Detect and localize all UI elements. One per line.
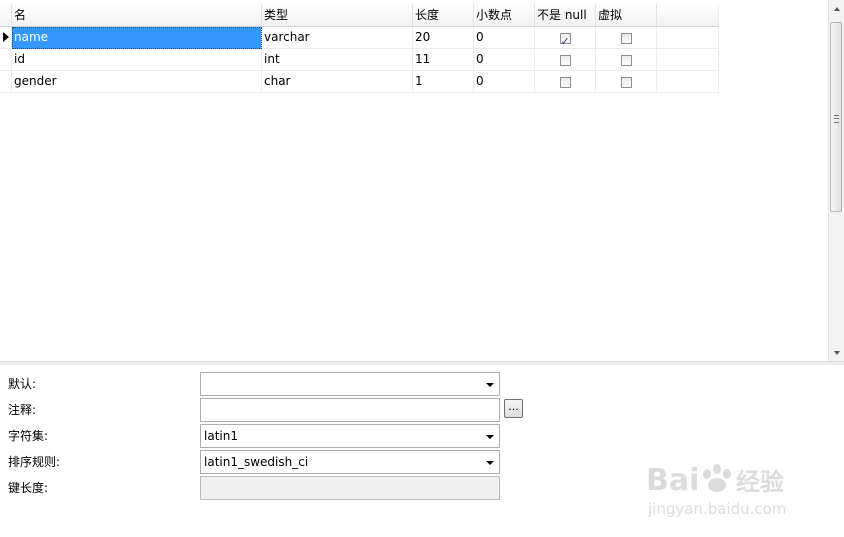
cell-type[interactable]: varchar (262, 27, 413, 49)
row-indicator[interactable] (0, 27, 12, 49)
scrollbar-thumb[interactable] (830, 22, 842, 212)
grid-body: name varchar 20 0 id int 11 0 gender cha… (0, 27, 719, 93)
column-header-virtual[interactable]: 虚拟 (596, 4, 657, 26)
table-row[interactable]: name varchar 20 0 (0, 27, 719, 49)
checkbox-icon[interactable] (559, 54, 571, 66)
svg-text:jingyan.baidu.com: jingyan.baidu.com (647, 500, 786, 518)
cell-length[interactable]: 20 (413, 27, 474, 49)
cell-type[interactable]: char (262, 71, 413, 93)
key-length-label: 键长度: (8, 481, 49, 495)
table-row[interactable]: gender char 1 0 (0, 71, 719, 93)
key-length-input (200, 476, 500, 500)
cell-virtual (596, 49, 657, 71)
cell-name[interactable]: id (12, 49, 262, 71)
default-label: 默认: (8, 377, 37, 391)
collation-dropdown[interactable]: latin1_swedish_ci (200, 450, 500, 474)
cell-filler (657, 27, 719, 49)
default-dropdown[interactable] (200, 372, 500, 396)
dropdown-arrow-icon (486, 435, 494, 439)
baidu-watermark-logo: Bai 经验 jingyan.baidu.com (646, 463, 786, 518)
column-header-filler (657, 4, 719, 26)
cell-name[interactable]: gender (12, 71, 262, 93)
comment-input[interactable] (200, 398, 500, 422)
checkbox-icon[interactable] (620, 76, 632, 88)
cell-not-null (535, 49, 596, 71)
checkbox-icon[interactable] (559, 76, 571, 88)
dropdown-arrow-icon (486, 383, 494, 387)
dropdown-arrow-icon (486, 461, 494, 465)
header-corner (0, 4, 12, 26)
cell-virtual (596, 27, 657, 49)
grid-header: 名 类型 长度 小数点 不是 null 虚拟 (0, 4, 719, 27)
charset-dropdown[interactable]: latin1 (200, 424, 500, 448)
cell-length[interactable]: 1 (413, 71, 474, 93)
comment-editor-button[interactable]: ... (504, 399, 523, 418)
grip-icon (834, 115, 839, 123)
cell-decimals[interactable]: 0 (474, 71, 535, 93)
collation-value: latin1_swedish_ci (204, 455, 309, 469)
column-header-type[interactable]: 类型 (262, 4, 413, 26)
collation-label: 排序规则: (8, 455, 61, 469)
checkbox-icon[interactable] (559, 31, 571, 49)
cell-filler (657, 71, 719, 93)
checkbox-icon[interactable] (620, 32, 632, 44)
column-header-name[interactable]: 名 (12, 4, 262, 26)
cell-virtual (596, 71, 657, 93)
table-row[interactable]: id int 11 0 (0, 49, 719, 71)
svg-text:Bai: Bai (646, 463, 699, 498)
charset-value: latin1 (204, 429, 238, 443)
cell-length[interactable]: 11 (413, 49, 474, 71)
column-header-length[interactable]: 长度 (413, 4, 474, 26)
cell-decimals[interactable]: 0 (474, 27, 535, 49)
cell-filler (657, 49, 719, 71)
svg-text:经验: 经验 (736, 468, 784, 496)
cell-name[interactable]: name (12, 27, 262, 49)
cell-type[interactable]: int (262, 49, 413, 71)
charset-label: 字符集: (8, 429, 49, 443)
checkbox-icon[interactable] (620, 54, 632, 66)
scroll-down-button[interactable] (829, 344, 844, 361)
row-indicator[interactable] (0, 49, 12, 71)
cell-not-null (535, 71, 596, 93)
scroll-down-icon (833, 350, 840, 355)
row-pointer-icon (3, 32, 9, 42)
scroll-up-button[interactable] (829, 0, 844, 17)
column-header-not-null[interactable]: 不是 null (535, 4, 596, 26)
vertical-scrollbar[interactable] (828, 0, 844, 361)
cell-decimals[interactable]: 0 (474, 49, 535, 71)
column-header-decimals[interactable]: 小数点 (474, 4, 535, 26)
cell-not-null (535, 27, 596, 49)
field-grid: 名 类型 长度 小数点 不是 null 虚拟 name varchar 20 0… (0, 0, 828, 361)
comment-label: 注释: (8, 403, 37, 417)
scroll-up-icon (833, 6, 840, 11)
row-indicator[interactable] (0, 71, 12, 93)
